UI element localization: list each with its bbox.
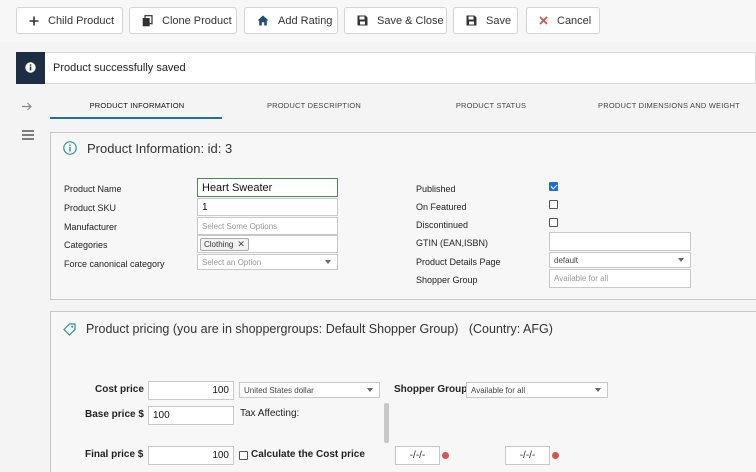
copy-icon — [142, 14, 153, 26]
child-product-button[interactable]: Child Product — [16, 7, 123, 34]
pricing-shopper-group-select[interactable]: Available for all — [466, 382, 608, 398]
pricing-title-text: Product pricing (you are in shoppergroup… — [86, 322, 459, 336]
left-rail — [0, 92, 40, 472]
cancel-label: Cancel — [557, 14, 592, 27]
tax-affecting-label: Tax Affecting: — [240, 408, 300, 419]
clone-product-label: Clone Product — [162, 14, 232, 27]
product-name-label: Product Name — [64, 184, 122, 194]
category-tag: Clothing ✕ — [200, 238, 249, 251]
product-pricing-panel: Product pricing (you are in shoppergroup… — [50, 311, 756, 472]
hamburger-icon[interactable] — [22, 130, 34, 140]
add-rating-label: Add Rating — [278, 14, 333, 27]
chevron-down-icon — [595, 388, 601, 392]
base-price-input[interactable]: 100 — [148, 406, 234, 425]
toolbar: Child Product Clone Product Add Rating S… — [0, 0, 756, 42]
pricing-country: (Country: AFG) — [468, 322, 553, 336]
tab-bar: PRODUCT INFORMATION PRODUCT DESCRIPTION … — [40, 92, 756, 118]
product-sku-label: Product SKU — [64, 203, 117, 213]
product-sku-input[interactable]: 1 — [197, 198, 338, 216]
category-tag-label: Clothing — [204, 240, 234, 249]
details-page-label: Product Details Page — [416, 257, 501, 267]
plus-icon — [29, 16, 39, 25]
manufacturer-label: Manufacturer — [64, 222, 118, 232]
calculate-cost-label: Calculate the Cost price — [251, 449, 365, 460]
date-to-input[interactable]: -/-/- — [505, 446, 550, 465]
discontinued-checkbox[interactable] — [549, 218, 558, 227]
shopper-group-label: Shopper Group — [416, 275, 478, 285]
chevron-down-icon — [325, 260, 331, 264]
final-price-label: Final price $ — [85, 449, 144, 460]
details-page-value: default — [554, 255, 579, 265]
calculate-cost-checkbox[interactable] — [239, 451, 248, 460]
success-message: Product successfully saved — [16, 51, 756, 84]
tab-product-dimensions[interactable]: PRODUCT DIMENSIONS AND WEIGHT — [582, 92, 756, 118]
product-pricing-header: Product pricing (you are in shoppergroup… — [51, 312, 756, 346]
product-information-panel: Product Information: id: 3 Product Name … — [50, 132, 756, 300]
chevron-down-icon — [367, 388, 373, 392]
categories-label: Categories — [64, 240, 108, 250]
tab-product-status[interactable]: PRODUCT STATUS — [406, 92, 576, 118]
floppy-icon — [357, 15, 368, 26]
save-button[interactable]: Save — [453, 7, 518, 34]
product-name-input[interactable]: Heart Sweater — [197, 178, 338, 197]
product-information-header: Product Information: id: 3 — [51, 133, 756, 163]
tab-product-description[interactable]: PRODUCT DESCRIPTION — [230, 92, 398, 118]
published-label: Published — [416, 184, 456, 194]
categories-select[interactable]: Clothing ✕ — [197, 235, 338, 253]
save-close-button[interactable]: Save & Close — [344, 7, 447, 34]
message-strip — [16, 51, 45, 84]
cost-price-label: Cost price — [95, 384, 144, 395]
final-price-input[interactable]: 100 — [148, 446, 234, 465]
manufacturer-select[interactable]: Select Some Options — [197, 217, 338, 235]
gtin-input[interactable] — [549, 232, 691, 251]
product-information-title: Product Information: id: 3 — [87, 140, 233, 156]
save-close-label: Save & Close — [377, 14, 444, 27]
message-text: Product successfully saved — [53, 62, 186, 74]
details-page-select[interactable]: default — [549, 252, 691, 268]
on-featured-label: On Featured — [416, 202, 467, 212]
on-featured-checkbox[interactable] — [549, 200, 558, 209]
canonical-category-label: Force canonical category — [64, 259, 165, 269]
child-product-label: Child Product — [48, 14, 115, 27]
pricing-shopper-group-label: Shopper Group — [394, 384, 468, 395]
info-icon — [25, 62, 36, 73]
home-icon — [257, 15, 269, 26]
pricing-shopper-group-value: Available for all — [471, 385, 526, 395]
x-icon — [539, 16, 548, 25]
base-price-label: Base price $ — [85, 409, 144, 420]
remove-tag-icon[interactable]: ✕ — [237, 239, 245, 250]
chevron-down-icon — [678, 258, 684, 262]
add-rating-button[interactable]: Add Rating — [244, 7, 338, 34]
published-checkbox[interactable] — [549, 182, 558, 191]
cancel-button[interactable]: Cancel — [526, 7, 600, 34]
save-label: Save — [486, 14, 512, 27]
floppy-icon — [466, 15, 477, 26]
gtin-label: GTIN (EAN,ISBN) — [416, 238, 489, 248]
clear-date-from-icon[interactable] — [442, 452, 449, 459]
discontinued-label: Discontinued — [416, 220, 469, 230]
info-circle-icon — [63, 141, 77, 155]
shopper-group-input[interactable]: Available for all — [549, 269, 691, 288]
active-tab-indicator — [50, 117, 222, 119]
currency-value: United States dollar — [244, 385, 314, 395]
currency-select[interactable]: United States dollar — [239, 382, 380, 398]
cost-price-input[interactable]: 100 — [148, 381, 234, 400]
date-from-input[interactable]: -/-/- — [395, 446, 440, 465]
tag-icon — [63, 322, 76, 336]
canonical-category-value: Select an Option — [202, 257, 262, 267]
clear-date-to-icon[interactable] — [552, 452, 559, 459]
arrow-right-icon[interactable] — [21, 102, 33, 111]
tab-product-information[interactable]: PRODUCT INFORMATION — [52, 92, 222, 118]
canonical-category-select[interactable]: Select an Option — [197, 254, 338, 270]
product-pricing-title: Product pricing (you are in shoppergroup… — [86, 322, 553, 336]
clone-product-button[interactable]: Clone Product — [129, 7, 237, 34]
scrollbar[interactable] — [384, 403, 389, 443]
